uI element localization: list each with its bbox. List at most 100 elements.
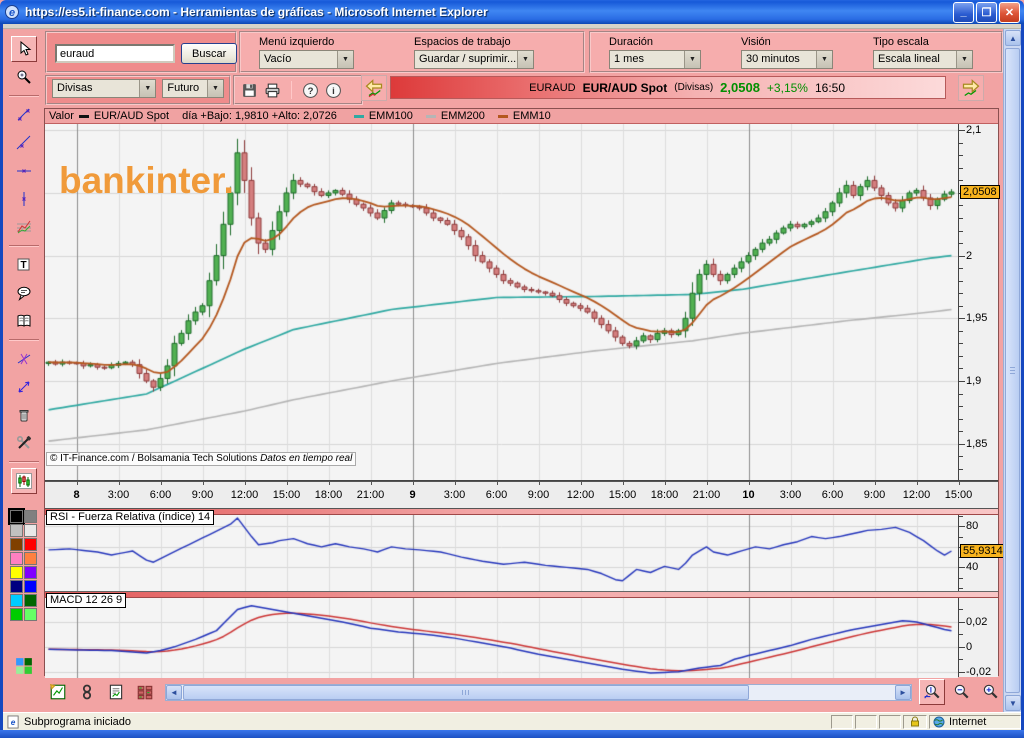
svg-text:?: ? [308, 86, 314, 97]
tools-icon[interactable] [11, 430, 37, 456]
pointer-tool-icon[interactable] [11, 36, 37, 62]
time-tick [959, 482, 960, 485]
status-pane [879, 715, 901, 729]
fibonacci-tool-icon[interactable] [11, 214, 37, 240]
erase-line-tool-icon[interactable] [11, 346, 37, 372]
time-tick [119, 482, 120, 485]
chevron-down-icon[interactable]: ▼ [207, 80, 223, 97]
scale-type-value: Escala lineal [874, 51, 956, 68]
help-icon[interactable]: ? [302, 82, 319, 99]
axis-label: 0 [966, 641, 972, 653]
quote-market: (Divisas) [674, 82, 713, 93]
comment-tool-icon[interactable] [11, 280, 37, 306]
scroll-left-arrow[interactable]: ◄ [166, 685, 182, 700]
previous-chart-button[interactable] [361, 75, 387, 101]
zoom-in-icon[interactable] [977, 679, 1003, 705]
palette-color[interactable] [10, 538, 23, 551]
palette-color[interactable] [10, 566, 23, 579]
time-label: 9:00 [528, 489, 549, 501]
candlestick-chart-icon[interactable] [11, 468, 37, 494]
time-tick [77, 482, 78, 485]
window-title: https://es5.it-finance.com - Herramienta… [25, 5, 951, 19]
new-chart-icon[interactable] [45, 679, 71, 705]
trendline-tool-icon[interactable] [11, 102, 37, 128]
scroll-right-arrow[interactable]: ► [895, 685, 911, 700]
axis-tick [959, 588, 963, 589]
chevron-down-icon[interactable]: ▼ [684, 51, 700, 68]
text-tool-icon[interactable]: T [11, 252, 37, 278]
axis-tick [959, 456, 963, 457]
palette-color[interactable] [24, 552, 37, 565]
palette-color[interactable] [10, 580, 23, 593]
chevron-down-icon[interactable]: ▼ [517, 51, 533, 68]
trash-tool-icon[interactable] [11, 402, 37, 428]
scale-type-select[interactable]: Escala lineal ▼ [873, 50, 973, 69]
market-select[interactable]: Divisas ▼ [52, 79, 156, 98]
report-icon[interactable] [103, 679, 129, 705]
time-label: 9:00 [864, 489, 885, 501]
instrument-select[interactable]: Futuro ▼ [162, 79, 224, 98]
palette-color[interactable] [10, 510, 23, 523]
axis-tick [959, 306, 963, 307]
search-input[interactable] [55, 44, 175, 63]
rsi-canvas[interactable] [45, 515, 958, 591]
palette-color[interactable] [24, 580, 37, 593]
palette-color[interactable] [10, 608, 23, 621]
zoom-tool-icon[interactable] [11, 64, 37, 90]
chevron-down-icon[interactable]: ▼ [337, 51, 353, 68]
palette-color[interactable] [24, 608, 37, 621]
minimize-button[interactable]: _ [953, 2, 974, 23]
ray-line-tool-icon[interactable] [11, 130, 37, 156]
palette-color[interactable] [24, 594, 37, 607]
palette-color[interactable] [10, 552, 23, 565]
horizontal-scroll-thumb[interactable] [183, 685, 749, 700]
time-tick [203, 482, 204, 485]
data-blocks-icon[interactable] [132, 679, 158, 705]
macd-canvas[interactable] [45, 598, 958, 678]
palette-color[interactable] [24, 510, 37, 523]
book-tool-icon[interactable] [11, 308, 37, 334]
palette-color[interactable] [24, 538, 37, 551]
restore-button[interactable]: ❐ [976, 2, 997, 23]
next-chart-button[interactable] [958, 75, 984, 101]
scroll-up-arrow[interactable]: ▲ [1005, 30, 1021, 46]
zoom-fit-icon[interactable] [919, 679, 945, 705]
axis-tick [959, 130, 965, 131]
vision-select[interactable]: 30 minutos ▼ [741, 50, 833, 69]
close-button[interactable]: ✕ [999, 2, 1020, 23]
workspaces-label: Espacios de trabajo [414, 36, 534, 48]
menu-left-select[interactable]: Vacío ▼ [259, 50, 354, 69]
duration-select[interactable]: 1 mes ▼ [609, 50, 701, 69]
workspaces-select[interactable]: Guardar / suprimir... ▼ [414, 50, 534, 69]
bottom-toolbar: ◄ ► [45, 678, 1003, 706]
status-message-pane: e Subprograma iniciado [3, 715, 831, 729]
horizontal-line-tool-icon[interactable] [11, 158, 37, 184]
link-icon[interactable] [74, 679, 100, 705]
time-tick [287, 482, 288, 485]
palette-color[interactable] [24, 566, 37, 579]
palette-color[interactable] [24, 524, 37, 537]
vertical-scrollbar[interactable]: ▲ ▼ [1003, 29, 1021, 712]
title-bar: e https://es5.it-finance.com - Herramien… [0, 0, 1024, 24]
horizontal-scrollbar[interactable]: ◄ ► [165, 684, 912, 701]
axis-label: 40 [966, 561, 978, 573]
vertical-scroll-thumb[interactable] [1005, 48, 1020, 693]
print-icon[interactable] [264, 82, 281, 99]
zoom-out-icon[interactable] [948, 679, 974, 705]
info-icon[interactable]: i [325, 82, 342, 99]
search-button[interactable]: Buscar [181, 43, 237, 64]
chevron-down-icon[interactable]: ▼ [139, 80, 155, 97]
search-panel: Buscar [45, 31, 237, 73]
svg-text:T: T [20, 260, 26, 271]
quote-bar: EURAUD EUR/AUD Spot (Divisas) 2,0508 +3,… [390, 76, 946, 99]
mosaic-layout-icon[interactable] [11, 653, 37, 679]
chevron-down-icon[interactable]: ▼ [956, 51, 972, 68]
chevron-down-icon[interactable]: ▼ [816, 51, 832, 68]
palette-color[interactable] [10, 524, 23, 537]
save-icon[interactable] [241, 82, 258, 99]
rsi-panel: RSI - Fuerza Relativa (índice) 14 804055… [45, 509, 998, 591]
scroll-down-arrow[interactable]: ▼ [1005, 695, 1021, 711]
vertical-line-tool-icon[interactable] [11, 186, 37, 212]
palette-color[interactable] [10, 594, 23, 607]
move-tool-icon[interactable] [11, 374, 37, 400]
